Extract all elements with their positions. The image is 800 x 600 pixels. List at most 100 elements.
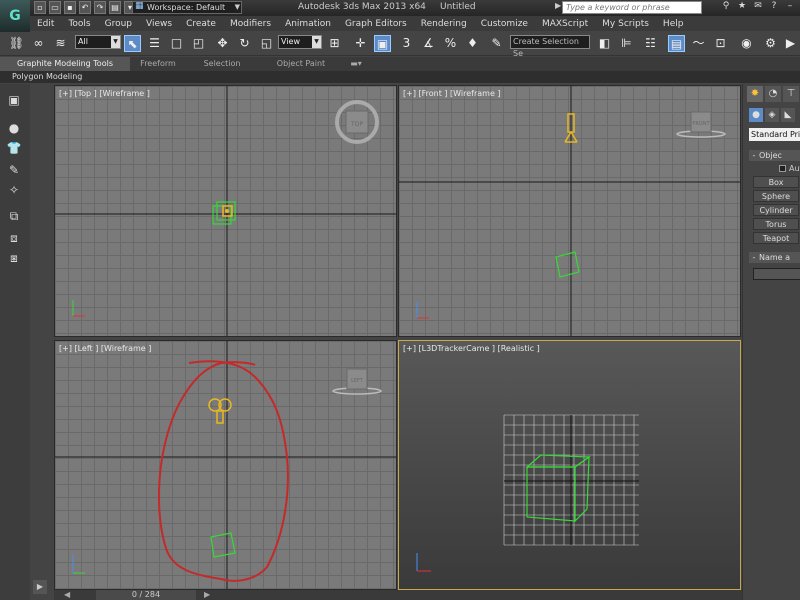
- reference-coordinate-dropdown[interactable]: View ▼: [278, 35, 322, 49]
- new-scene-icon[interactable]: ▫: [34, 1, 46, 14]
- named-selection-sets-input[interactable]: Create Selection Se: [510, 35, 590, 58]
- red-spline-path[interactable]: [158, 360, 289, 582]
- sphere-button[interactable]: Sphere: [753, 190, 799, 202]
- menu-tools[interactable]: Tools: [61, 19, 97, 29]
- edit-named-selection-icon[interactable]: ✎: [488, 35, 505, 52]
- name-color-rollout[interactable]: - Name a: [749, 252, 800, 263]
- menu-edit[interactable]: Edit: [30, 19, 61, 29]
- menu-views[interactable]: Views: [139, 19, 179, 29]
- selected-box-object[interactable]: [555, 251, 580, 278]
- select-manipulate-icon[interactable]: ✛: [352, 35, 369, 52]
- subscription-icon[interactable]: ★: [736, 1, 748, 14]
- scale-icon[interactable]: ◱: [258, 35, 275, 52]
- window-crossing-icon[interactable]: ◰: [190, 35, 207, 52]
- viewport-camera[interactable]: [+] [L3DTrackerCame ] [Realistic ]: [398, 340, 741, 590]
- percent-snap-icon[interactable]: %: [442, 35, 459, 52]
- export-tool-icon[interactable]: ⧆: [6, 250, 22, 266]
- viewport-layout-icon[interactable]: ▣: [6, 92, 22, 108]
- hierarchy-tab-icon[interactable]: ⊤: [783, 86, 799, 102]
- graphite-toggle-icon[interactable]: ▤: [668, 35, 685, 52]
- undo-icon[interactable]: ↶: [79, 1, 91, 14]
- project-folder-icon[interactable]: ▤: [109, 1, 121, 14]
- save-file-icon[interactable]: ▪: [64, 1, 76, 14]
- schematic-view-icon[interactable]: ⊡: [712, 35, 729, 52]
- eraser-tool-icon[interactable]: ✎: [6, 162, 22, 178]
- menu-group[interactable]: Group: [98, 19, 139, 29]
- tab-freeform[interactable]: Freeform: [130, 57, 186, 71]
- material-editor-icon[interactable]: ◉: [738, 35, 755, 52]
- reel-tool-icon[interactable]: ⧉: [6, 208, 22, 224]
- open-file-icon[interactable]: ▭: [49, 1, 61, 14]
- menu-customize[interactable]: Customize: [474, 19, 535, 29]
- communication-icon[interactable]: ✉: [752, 1, 764, 14]
- menu-my-scripts[interactable]: My Scripts: [595, 19, 656, 29]
- redo-icon[interactable]: ↷: [94, 1, 106, 14]
- viewcube-top[interactable]: TOP: [335, 100, 379, 144]
- menu-animation[interactable]: Animation: [278, 19, 338, 29]
- viewport-front[interactable]: FRONT [+] [Front ] [Wireframe ]: [398, 85, 741, 337]
- minimize-icon[interactable]: –: [784, 1, 796, 14]
- tab-object-paint[interactable]: Object Paint: [258, 57, 344, 71]
- selection-filter-dropdown[interactable]: All ▼: [75, 35, 121, 49]
- next-frame-icon[interactable]: ▶: [204, 590, 210, 599]
- object-name-input[interactable]: [753, 268, 800, 280]
- unlink-icon[interactable]: ∞: [30, 35, 47, 52]
- sphere-tool-icon[interactable]: ●: [6, 120, 22, 136]
- spinner-snap-icon[interactable]: ♦: [464, 35, 481, 52]
- scatter-tool-icon[interactable]: ✧: [6, 182, 22, 198]
- snap-3d-toggle-icon[interactable]: 3: [398, 35, 415, 52]
- application-button[interactable]: G: [0, 0, 30, 32]
- camera-object[interactable]: [208, 398, 232, 424]
- cylinder-button[interactable]: Cylinder: [753, 204, 799, 216]
- tab-graphite-modeling-tools[interactable]: Graphite Modeling Tools: [0, 57, 130, 71]
- render-icon[interactable]: ▶: [782, 35, 799, 52]
- tab-selection[interactable]: Selection: [186, 57, 258, 71]
- render-setup-icon[interactable]: ⚙: [762, 35, 779, 52]
- keyboard-shortcut-override-icon[interactable]: ▣: [374, 35, 391, 52]
- viewcube-front[interactable]: FRONT: [676, 111, 726, 138]
- curve-editor-icon[interactable]: 〜: [690, 35, 707, 52]
- viewcube-left[interactable]: LEFT: [332, 368, 382, 395]
- viewport-label-top[interactable]: [+] [Top ] [Wireframe ]: [59, 89, 150, 98]
- select-object-icon[interactable]: ⬉: [124, 35, 141, 52]
- cloth-tool-icon[interactable]: 👕: [6, 140, 22, 156]
- angle-snap-icon[interactable]: ∡: [420, 35, 437, 52]
- viewport-label-left[interactable]: [+] [Left ] [Wireframe ]: [59, 344, 151, 353]
- polygon-modeling-panel[interactable]: Polygon Modeling: [12, 71, 82, 83]
- torus-button[interactable]: Torus: [753, 218, 799, 230]
- link-icon[interactable]: ⛓: [8, 35, 25, 52]
- modify-tab-icon[interactable]: ◔: [765, 86, 781, 102]
- viewport-top[interactable]: TOP [+] [Top ] [Wireframe ]: [54, 85, 397, 337]
- rectangle-selection-icon[interactable]: □: [168, 35, 185, 52]
- shapes-category-icon[interactable]: ◈: [765, 108, 779, 122]
- autogrid-checkbox[interactable]: Auto: [779, 164, 800, 173]
- rotate-icon[interactable]: ↻: [236, 35, 253, 52]
- help-icon[interactable]: ?: [768, 1, 780, 14]
- ribbon-options-icon[interactable]: ▬▾: [344, 57, 368, 71]
- move-icon[interactable]: ✥: [214, 35, 231, 52]
- menu-rendering[interactable]: Rendering: [414, 19, 474, 29]
- create-tab-icon[interactable]: ✸: [747, 86, 763, 102]
- object-type-rollout[interactable]: - Objec: [749, 150, 800, 161]
- viewport-label-camera[interactable]: [+] [L3DTrackerCame ] [Realistic ]: [403, 344, 540, 353]
- box-button[interactable]: Box: [753, 176, 799, 188]
- menu-modifiers[interactable]: Modifiers: [223, 19, 278, 29]
- selected-box-object[interactable]: [210, 532, 236, 558]
- mirror-icon[interactable]: ◧: [596, 35, 613, 52]
- layer-manager-icon[interactable]: ☷: [642, 35, 659, 52]
- frame-counter[interactable]: 0 / 284: [96, 590, 196, 600]
- viewport-left[interactable]: LEFT [+] [Left ] [Wireframe ]: [54, 340, 397, 590]
- select-by-name-icon[interactable]: ☰: [146, 35, 163, 52]
- search-expand-icon[interactable]: ▶: [555, 1, 561, 10]
- workspace-dropdown[interactable]: Workspace: Default ▼: [132, 1, 242, 14]
- binoculars-icon[interactable]: ⚲: [720, 1, 732, 14]
- arrow-tool-icon[interactable]: ⧈: [6, 230, 22, 246]
- align-icon[interactable]: ⊫: [618, 35, 635, 52]
- menu-graph-editors[interactable]: Graph Editors: [338, 19, 414, 29]
- primitive-type-dropdown[interactable]: Standard Primiti: [749, 128, 800, 141]
- bind-spacewarp-icon[interactable]: ≋: [52, 35, 69, 52]
- viewport-label-front[interactable]: [+] [Front ] [Wireframe ]: [403, 89, 501, 98]
- geometry-category-icon[interactable]: ●: [749, 108, 763, 122]
- menu-maxscript[interactable]: MAXScript: [535, 19, 595, 29]
- lights-category-icon[interactable]: ◣: [781, 108, 795, 122]
